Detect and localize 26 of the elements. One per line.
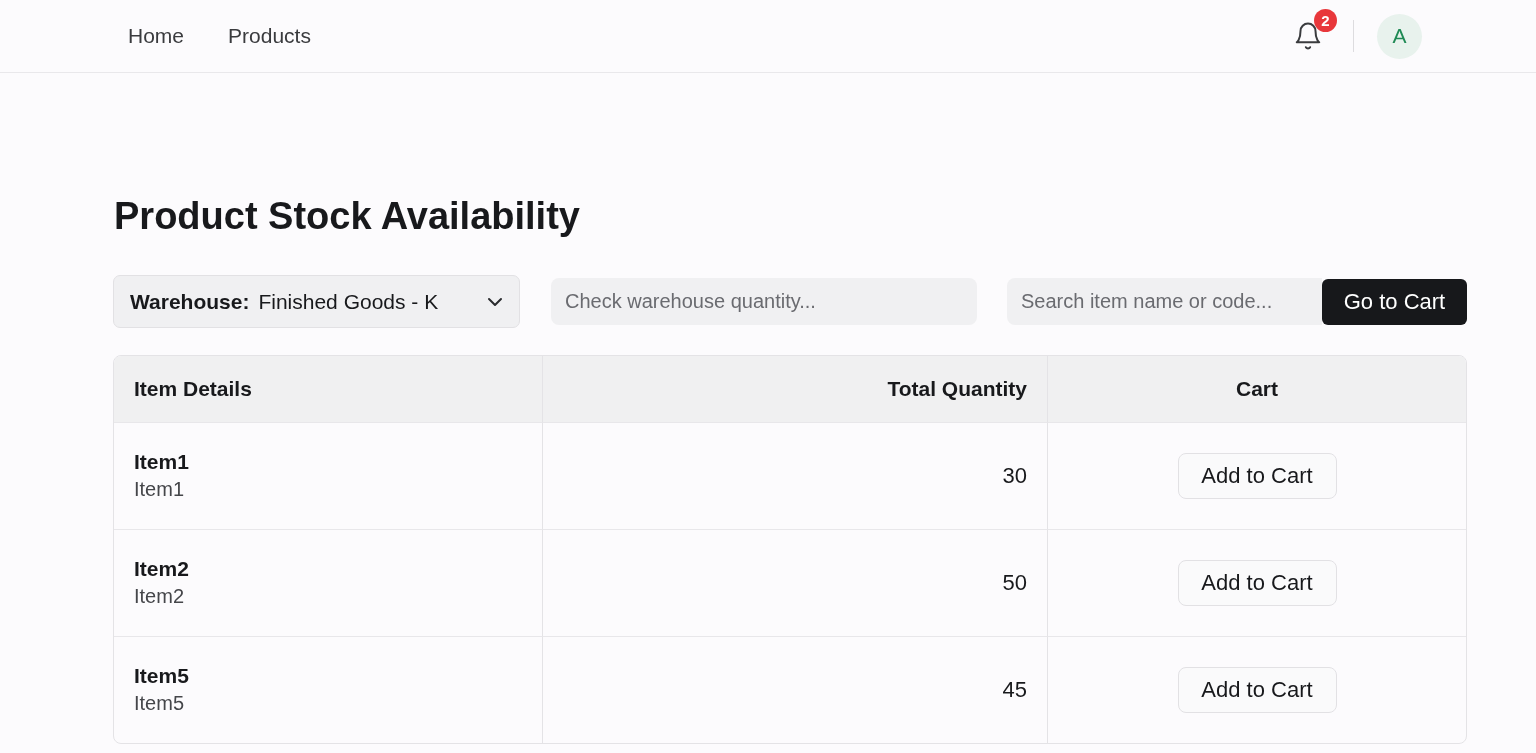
- item-search-field[interactable]: Search item name or code...: [1007, 278, 1322, 325]
- chevron-down-icon: [487, 296, 503, 307]
- notification-bell-icon[interactable]: [1293, 21, 1323, 51]
- column-header: Item Details: [114, 356, 543, 422]
- add-to-cart-button[interactable]: Add to Cart: [1177, 667, 1337, 713]
- go-to-cart-button[interactable]: Go to Cart: [1322, 278, 1467, 325]
- table-cell: 50: [543, 529, 1048, 636]
- column-header: Cart: [1048, 356, 1466, 422]
- item-code: Item1: [134, 477, 185, 502]
- table-cell: 30: [543, 422, 1048, 529]
- nav-link[interactable]: Home: [128, 24, 185, 48]
- page-title: Product Stock Availability: [114, 194, 581, 238]
- column-header: Total Quantity: [543, 356, 1048, 422]
- notification-badge: 2: [1314, 9, 1337, 32]
- item-name: Item1: [134, 449, 189, 475]
- add-to-cart-button[interactable]: Add to Cart: [1177, 560, 1337, 606]
- add-to-cart-button[interactable]: Add to Cart: [1177, 453, 1337, 499]
- warehouse-select[interactable]: Warehouse: Finished Goods - K: [113, 275, 520, 328]
- table-cell: 45: [543, 636, 1048, 743]
- item-code: Item5: [134, 691, 185, 716]
- item-name: Item5: [134, 663, 189, 689]
- item-code: Item2: [134, 584, 185, 609]
- item-name: Item2: [134, 556, 189, 582]
- nav-link[interactable]: Products: [228, 24, 311, 48]
- user-avatar[interactable]: A: [1377, 13, 1422, 59]
- quantity-search-field[interactable]: Check warehouse quantity...: [551, 278, 977, 325]
